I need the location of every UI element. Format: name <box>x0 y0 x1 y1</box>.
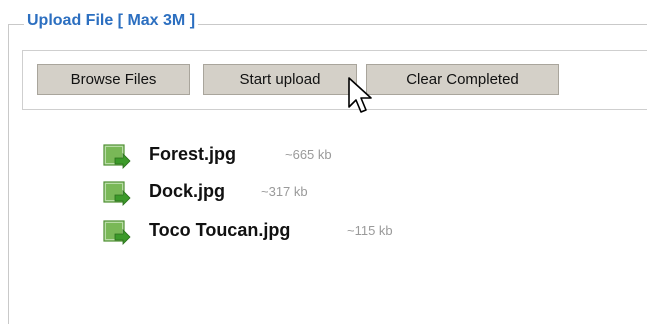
clear-completed-button[interactable]: Clear Completed <box>366 64 559 95</box>
upload-toolbar: Browse Files Start upload Clear Complete… <box>22 50 647 110</box>
file-name: Forest.jpg <box>149 144 237 164</box>
file-size: ~317 kb <box>261 184 308 199</box>
start-upload-button[interactable]: Start upload <box>203 64 357 95</box>
file-size: ~115 kb <box>347 223 393 238</box>
image-file-icon <box>103 144 131 169</box>
image-file-icon <box>103 181 131 206</box>
browse-files-button[interactable]: Browse Files <box>37 64 190 95</box>
file-name: Toco Toucan.jpg <box>149 220 291 240</box>
file-name: Dock.jpg <box>149 181 226 201</box>
upload-panel-legend: Upload File [ Max 3M ] <box>24 11 199 31</box>
file-size: ~665 kb <box>285 147 332 162</box>
image-file-icon <box>103 220 131 245</box>
